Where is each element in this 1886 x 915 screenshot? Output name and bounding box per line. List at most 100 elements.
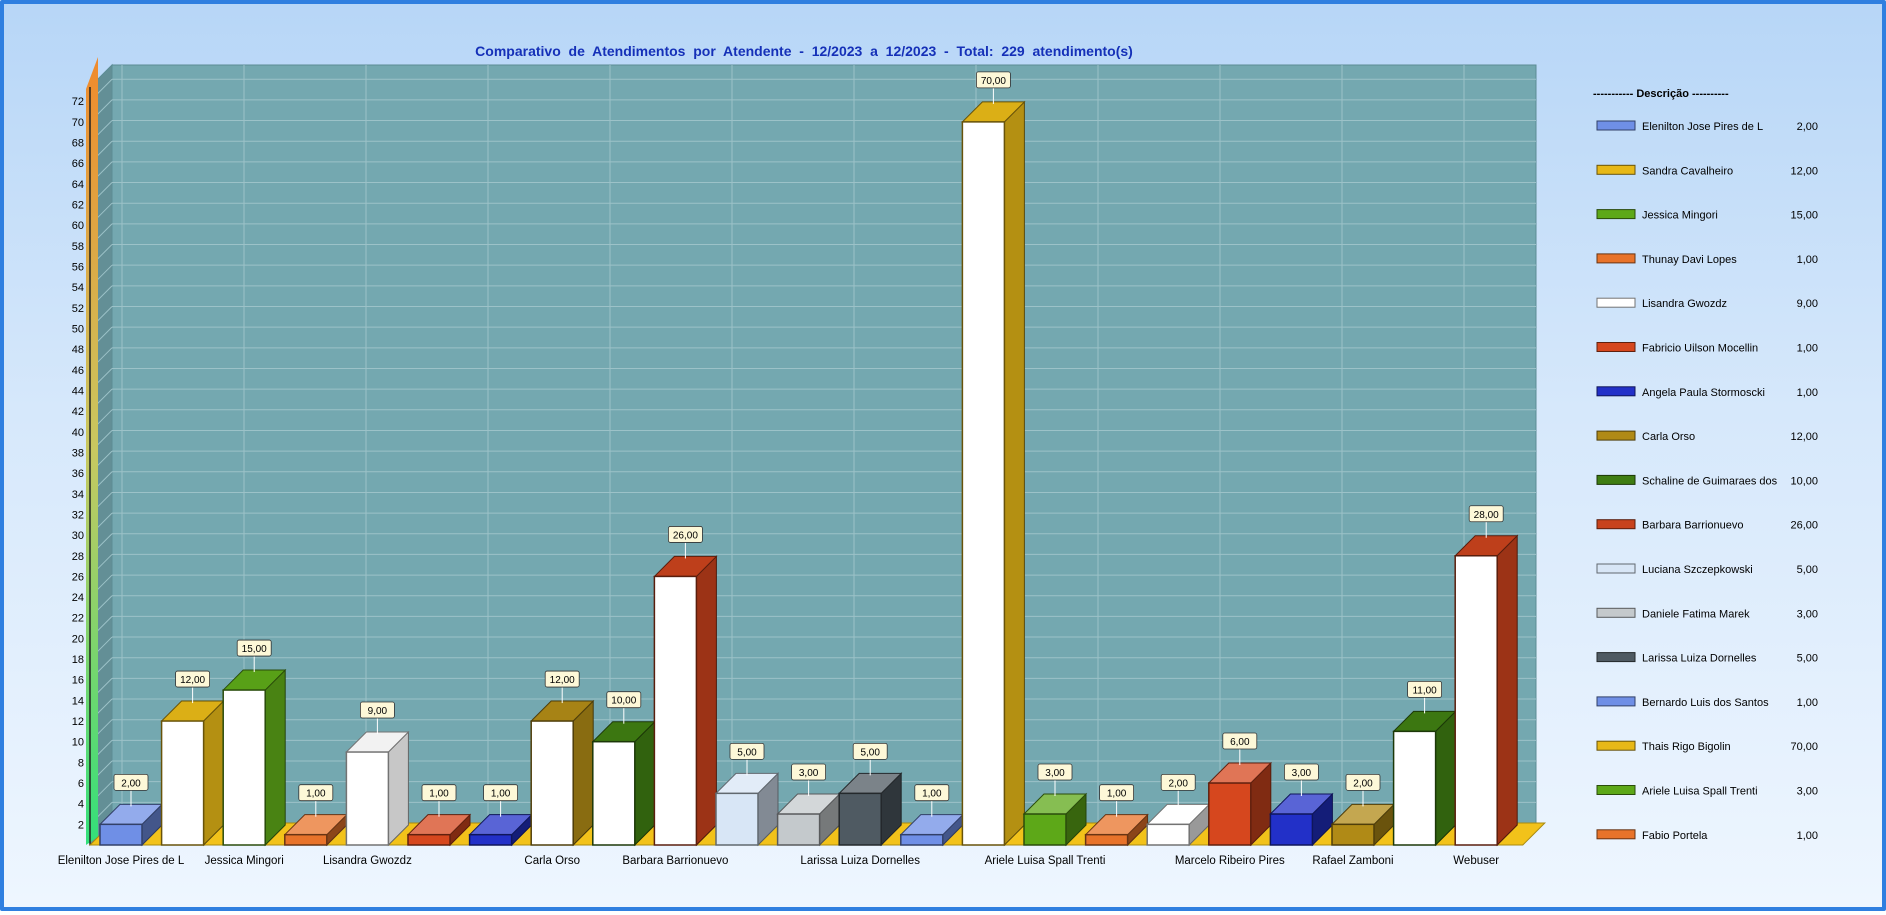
bar-side — [695, 555, 717, 847]
legend-value: 10,00 — [1790, 475, 1818, 487]
legend-swatch — [1596, 652, 1636, 663]
bar-group: 28,00 — [1453, 505, 1519, 847]
legend-item: Elenilton Jose Pires de L 2,00 — [1596, 120, 1818, 133]
y-tick-label: 52 — [72, 303, 84, 315]
y-tick-label: 6 — [78, 778, 84, 790]
y-tick-label: 70 — [72, 117, 84, 129]
legend-label: Sandra Cavalheiro — [1642, 165, 1733, 177]
legend-label: Thunay Davi Lopes — [1642, 254, 1737, 266]
x-tick-label: Marcelo Ribeiro Pires — [1175, 855, 1285, 867]
legend-value: 1,00 — [1797, 343, 1818, 355]
legend-swatch — [1596, 474, 1636, 485]
legend-swatch — [1596, 740, 1636, 751]
legend-label: Angela Paula Stormoscki — [1642, 387, 1765, 399]
legend-label: Lisandra Gwozdz — [1642, 298, 1727, 310]
bar-group: 26,00 — [653, 526, 718, 847]
y-tick-label: 48 — [72, 344, 84, 356]
legend-item: Angela Paula Stormoscki 1,00 — [1596, 386, 1818, 399]
y-tick-label: 72 — [72, 96, 84, 108]
y-tick-label: 32 — [72, 509, 84, 521]
legend-swatch — [1596, 209, 1636, 220]
legend-value: 12,00 — [1790, 165, 1818, 177]
bar — [1392, 730, 1437, 846]
bar — [961, 121, 1006, 846]
value-label: 3,00 — [799, 768, 819, 779]
y-tick-label: 10 — [72, 737, 84, 749]
y-axis-strip — [86, 57, 98, 845]
bar — [1023, 813, 1067, 846]
y-tick-label: 38 — [72, 447, 84, 459]
legend-value: 2,00 — [1797, 121, 1818, 133]
x-tick-label: Elenilton Jose Pires de L — [58, 855, 185, 867]
value-label: 1,00 — [491, 789, 511, 800]
bar-side — [264, 668, 286, 847]
value-label: 28,00 — [1474, 510, 1499, 521]
bar — [592, 740, 636, 846]
legend-swatch — [1596, 164, 1636, 175]
y-tick-label: 16 — [72, 675, 84, 687]
value-label: 70,00 — [981, 76, 1006, 87]
y-tick-label: 22 — [72, 613, 84, 625]
legend-swatch — [1596, 430, 1636, 441]
legend-label: Thais Rigo Bigolin — [1642, 741, 1731, 753]
y-tick-label: 66 — [72, 158, 84, 170]
x-tick-label: Lisandra Gwozdz — [323, 855, 412, 867]
legend-label: Bernardo Luis dos Santos — [1642, 697, 1769, 709]
bar — [1269, 813, 1314, 846]
legend-swatch — [1596, 253, 1636, 264]
legend-item: Carla Orso 12,00 — [1596, 430, 1818, 443]
y-tick-label: 44 — [72, 385, 84, 397]
y-tick-label: 50 — [72, 324, 84, 336]
legend-value: 1,00 — [1797, 830, 1818, 842]
y-tick-label: 20 — [72, 633, 84, 645]
legend-value: 3,00 — [1797, 608, 1818, 620]
value-label: 1,00 — [306, 789, 326, 800]
legend: ----------- Descrição ---------- Elenilt… — [1593, 88, 1818, 842]
legend-label: Schaline de Guimaraes dos — [1642, 475, 1778, 487]
bar — [407, 833, 451, 846]
bar-side — [1003, 100, 1025, 847]
y-tick-label: 68 — [72, 138, 84, 150]
value-label: 5,00 — [737, 747, 757, 758]
x-tick-label: Webuser — [1453, 855, 1499, 867]
legend-swatch — [1596, 785, 1636, 795]
legend-value: 26,00 — [1790, 520, 1818, 532]
legend-item: Schaline de Guimaraes dos 10,00 — [1596, 474, 1818, 487]
bar-group: 70,00 — [961, 71, 1026, 847]
x-tick-label: Ariele Luisa Spall Trenti — [985, 855, 1106, 867]
y-tick-label: 4 — [78, 799, 84, 811]
bar — [776, 813, 821, 846]
legend-header: ----------- Descrição ---------- — [1593, 88, 1729, 100]
legend-swatch — [1596, 563, 1636, 574]
x-tick-label: Larissa Luiza Dornelles — [800, 855, 920, 867]
value-label: 9,00 — [368, 706, 388, 717]
legend-item: Bernardo Luis dos Santos 1,00 — [1596, 696, 1818, 709]
legend-item: Luciana Szczepkowski 5,00 — [1596, 563, 1818, 576]
chart-svg: Comparativo de Atendimentos por Atendent… — [58, 43, 1818, 867]
y-tick-label: 30 — [72, 530, 84, 542]
y-tick-label: 12 — [72, 716, 84, 728]
value-label: 12,00 — [180, 675, 205, 686]
legend-value: 5,00 — [1797, 653, 1818, 665]
bar — [1084, 833, 1129, 846]
bar-side — [1496, 534, 1518, 847]
value-label: 26,00 — [673, 530, 698, 541]
legend-item: Fabio Portela 1,00 — [1596, 829, 1818, 842]
legend-swatch — [1596, 519, 1636, 530]
value-label: 5,00 — [860, 747, 880, 758]
legend-item: Sandra Cavalheiro 12,00 — [1596, 164, 1818, 177]
x-tick-label: Barbara Barrionuevo — [622, 855, 728, 867]
y-tick-label: 14 — [72, 695, 84, 707]
bar-side — [203, 699, 225, 847]
bar — [1146, 823, 1190, 846]
legend-value: 5,00 — [1797, 564, 1818, 576]
legend-label: Fabricio Uilson Mocellin — [1642, 343, 1758, 355]
y-tick-label: 42 — [72, 406, 84, 418]
y-tick-label: 26 — [72, 571, 84, 583]
value-label: 2,00 — [1168, 778, 1188, 789]
bar — [1208, 782, 1252, 846]
value-label: 2,00 — [1353, 778, 1373, 789]
legend-swatch — [1596, 120, 1636, 131]
x-tick-label: Rafael Zamboni — [1312, 855, 1393, 867]
legend-value: 1,00 — [1797, 254, 1818, 266]
